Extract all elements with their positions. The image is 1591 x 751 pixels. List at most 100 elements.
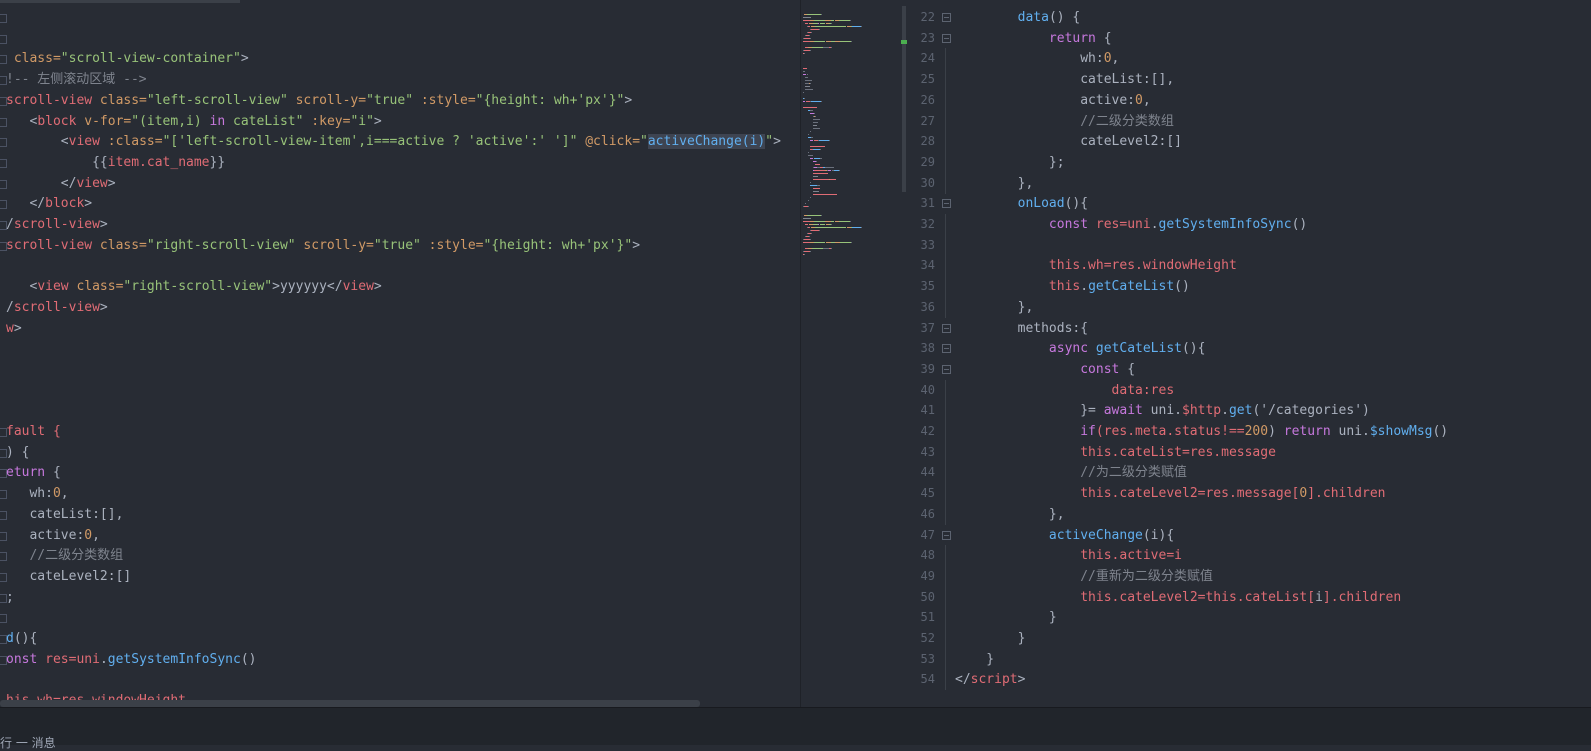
- code-line[interactable]: active:0,: [955, 90, 1150, 111]
- code-line[interactable]: eturn {: [6, 462, 61, 483]
- minimap-line: [803, 71, 805, 72]
- minimap-line: [831, 41, 835, 42]
- minimap-line: [828, 140, 830, 141]
- code-line[interactable]: fault {: [6, 421, 61, 442]
- code-line[interactable]: if(res.meta.status!==200) return uni.$sh…: [955, 421, 1448, 442]
- fold-toggle-icon[interactable]: [942, 344, 951, 354]
- fold-guide: [945, 648, 946, 670]
- code-line[interactable]: cateLevel2:[]: [6, 566, 131, 587]
- code-line[interactable]: cateList:[],: [955, 69, 1174, 90]
- code-line[interactable]: ;: [6, 587, 14, 608]
- line-number: 40: [920, 382, 935, 397]
- code-token: "[: [162, 134, 179, 150]
- code-line[interactable]: d(){: [6, 628, 37, 649]
- code-token: (): [1174, 279, 1190, 295]
- line-number: 31: [920, 196, 935, 211]
- code-line[interactable]: }: [955, 649, 994, 670]
- code-line[interactable]: },: [955, 173, 1034, 194]
- left-editor-pane[interactable]: class="scroll-view-container"> !-- 左侧滚动区域…: [0, 0, 800, 707]
- code-line[interactable]: const res=uni.getSystemInfoSync(): [955, 214, 1307, 235]
- code-line[interactable]: wh:0,: [6, 483, 68, 504]
- code-line[interactable]: data:res: [955, 380, 1175, 401]
- code-line[interactable]: /scroll-view>: [6, 214, 108, 235]
- code-line[interactable]: scroll-view class="right-scroll-view" sc…: [6, 235, 640, 256]
- code-line[interactable]: active:0,: [6, 525, 99, 546]
- code-line[interactable]: this.cateLevel2=res.message[0].children: [955, 483, 1385, 504]
- code-line[interactable]: !-- 左侧滚动区域 -->: [6, 69, 147, 90]
- code-line[interactable]: onst res=uni.getSystemInfoSync(): [6, 649, 256, 670]
- fold-toggle-icon[interactable]: [942, 33, 951, 43]
- code-line[interactable]: /scroll-view>: [6, 297, 108, 318]
- code-line[interactable]: this.getCateList(): [955, 276, 1190, 297]
- fold-marker[interactable]: [0, 14, 7, 23]
- code-line[interactable]: cateList:[],: [6, 504, 123, 525]
- minimap-line: [807, 14, 821, 15]
- code-line[interactable]: </script>: [955, 669, 1025, 690]
- code-token: <: [6, 279, 38, 295]
- line-number: 51: [920, 610, 935, 625]
- code-line[interactable]: }: [955, 628, 1026, 649]
- code-line[interactable]: //重新为二级分类赋值: [955, 566, 1213, 587]
- left-horizontal-scrollbar[interactable]: [0, 700, 700, 707]
- code-line[interactable]: ) {: [6, 442, 29, 463]
- code-line[interactable]: <view :class="['left-scroll-view-item',i…: [6, 131, 781, 152]
- code-line[interactable]: w>: [6, 318, 22, 339]
- line-number: 36: [920, 299, 935, 314]
- code-token: view: [37, 279, 69, 295]
- code-line[interactable]: }= await uni.$http.get('/categories'): [955, 400, 1370, 421]
- code-line[interactable]: //二级分类数组: [955, 111, 1174, 132]
- line-number: 45: [920, 486, 935, 501]
- code-line[interactable]: },: [955, 297, 1034, 318]
- code-line[interactable]: this.cateList=res.message: [955, 442, 1276, 463]
- left-tab-strip[interactable]: [0, 0, 240, 3]
- code-line[interactable]: </block>: [6, 193, 92, 214]
- fold-marker[interactable]: [0, 614, 7, 624]
- code-line[interactable]: {{item.cat_name}}: [6, 152, 225, 173]
- code-line[interactable]: <block v-for="(item,i) in cateList" :key…: [6, 111, 381, 132]
- code-token: scroll-view: [6, 237, 93, 253]
- code-token: </: [6, 175, 77, 191]
- code-line[interactable]: this.cateLevel2=this.cateList[i].childre…: [955, 587, 1401, 608]
- code-line[interactable]: wh:0,: [955, 48, 1119, 69]
- fold-guide: [945, 586, 946, 608]
- fold-marker[interactable]: [0, 34, 7, 44]
- code-line[interactable]: //为二级分类赋值: [955, 462, 1187, 483]
- line-number: 42: [920, 424, 935, 438]
- code-line[interactable]: data() {: [955, 7, 1081, 28]
- code-line[interactable]: methods:{: [955, 318, 1088, 339]
- code-line[interactable]: };: [955, 152, 1065, 173]
- code-line[interactable]: cateLevel2:[]: [955, 131, 1182, 152]
- fold-toggle-icon[interactable]: [942, 199, 951, 209]
- code-line[interactable]: class="scroll-view-container">: [6, 48, 249, 69]
- code-line[interactable]: }: [955, 607, 1057, 628]
- code-line[interactable]: </view>: [6, 173, 116, 194]
- code-line[interactable]: <view class="right-scroll-view">yyyyyy</…: [6, 276, 381, 297]
- fold-toggle-icon[interactable]: [942, 13, 951, 22]
- code-token: $showMsg: [1369, 424, 1433, 439]
- code-line[interactable]: async getCateList(){: [955, 338, 1206, 359]
- fold-toggle-icon[interactable]: [942, 364, 951, 374]
- code-token: (): [240, 651, 257, 667]
- code-line[interactable]: scroll-view class="left-scroll-view" scr…: [6, 90, 632, 111]
- code-line[interactable]: return {: [955, 28, 1112, 49]
- fold-guide: [945, 172, 946, 194]
- code-line[interactable]: this.wh=res.windowHeight: [955, 255, 1237, 276]
- code-token: },: [955, 506, 1065, 522]
- right-editor-pane[interactable]: 22 data() {23 return {24 wh:0, 25 cateLis…: [909, 0, 1591, 707]
- minimap-line: [839, 170, 841, 171]
- minimap-scrollbar[interactable]: [902, 6, 906, 192]
- minimap[interactable]: [800, 0, 910, 707]
- fold-toggle-icon[interactable]: [942, 323, 951, 333]
- code-line[interactable]: },: [955, 504, 1065, 525]
- fold-toggle-icon[interactable]: [942, 530, 951, 540]
- minimap-line: [861, 227, 862, 228]
- code-token: ,: [1111, 51, 1120, 67]
- code-line[interactable]: const {: [955, 359, 1135, 380]
- code-line[interactable]: this.active=i: [955, 545, 1182, 566]
- code-line[interactable]: //二级分类数组: [6, 545, 123, 566]
- fold-guide: [945, 276, 946, 298]
- code-line[interactable]: onLoad(){: [955, 193, 1088, 214]
- code-line[interactable]: activeChange(i){: [955, 525, 1174, 546]
